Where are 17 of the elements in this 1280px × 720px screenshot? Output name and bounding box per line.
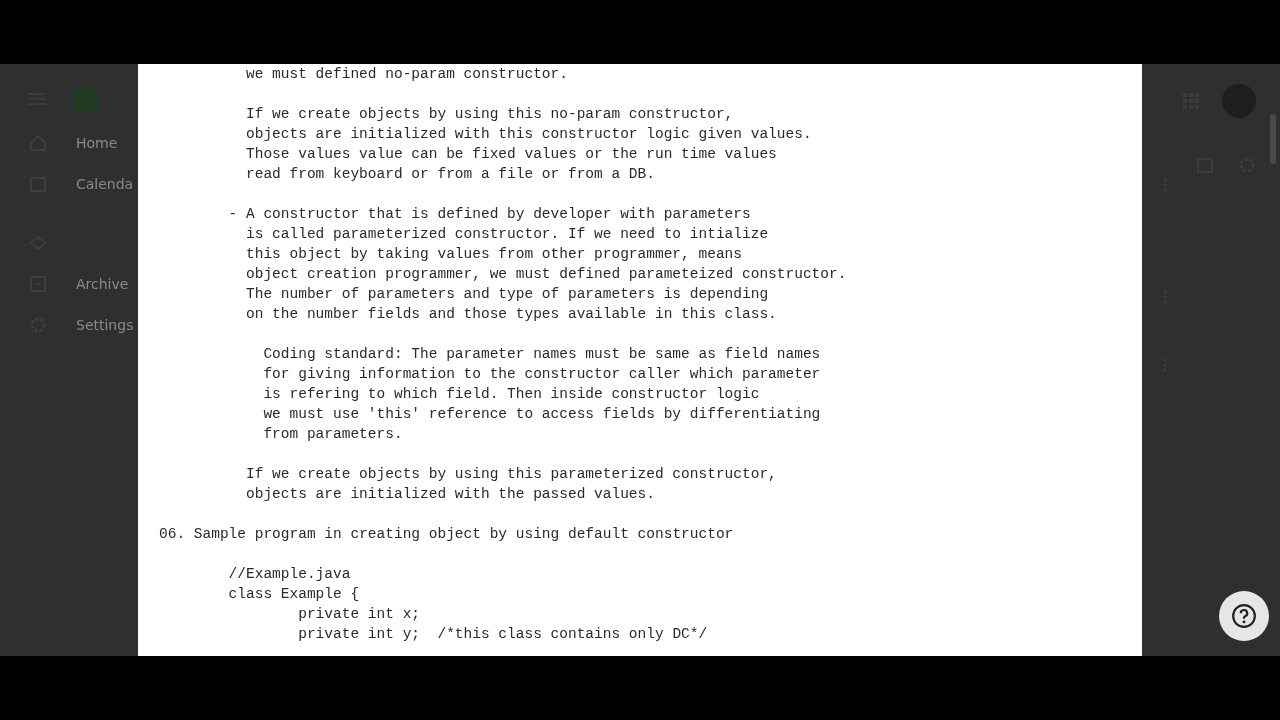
text-paragraph: Coding standard: The parameter names must be same as field names for giving information to the constructor caller which parameter is refering to which field. Then inside constructor logic we must use 'this' reference to access fields by differentiating from parameters.	[263, 345, 821, 444]
text-paragraph: we must defined no-param constructor.	[246, 65, 568, 84]
help-button[interactable]	[1219, 591, 1269, 641]
help-icon	[1231, 603, 1257, 629]
text-paragraph: If we create objects by using this parameterized constructor, objects are initialized with the passed values.	[246, 465, 777, 504]
code-line: //Example.java	[228, 565, 351, 584]
text-paragraph: - A constructor that is defined by developer with parameters is called parameterized constructor. If we need to intialize this object by taking values from other programmer, means object creation programmer, we must defined parameteized constructor. The number of parameters and type of parameters is depending on the number fields and those types available in this class.	[228, 205, 847, 324]
section-heading: 06. Sample program in creating object by using default constructor	[159, 525, 734, 544]
sidebar-item[interactable]: Archive	[76, 276, 129, 292]
sidebar-item[interactable]: Settings	[76, 317, 134, 333]
text-paragraph: If we create objects by using this no-param constructor, objects are initialized with this constructor logic given values. Those values value can be fixed values or the run time values read from keyboard or from a file or from a DB.	[246, 105, 812, 184]
sidebar-item[interactable]: Home	[76, 135, 118, 151]
scrollbar[interactable]	[1270, 114, 1276, 164]
code-line: private int x;	[298, 605, 421, 624]
code-line: class Example {	[228, 585, 360, 604]
code-line: private int y; /*this class contains only DC*/	[298, 625, 708, 644]
sidebar-item[interactable]: Calenda	[76, 176, 134, 192]
